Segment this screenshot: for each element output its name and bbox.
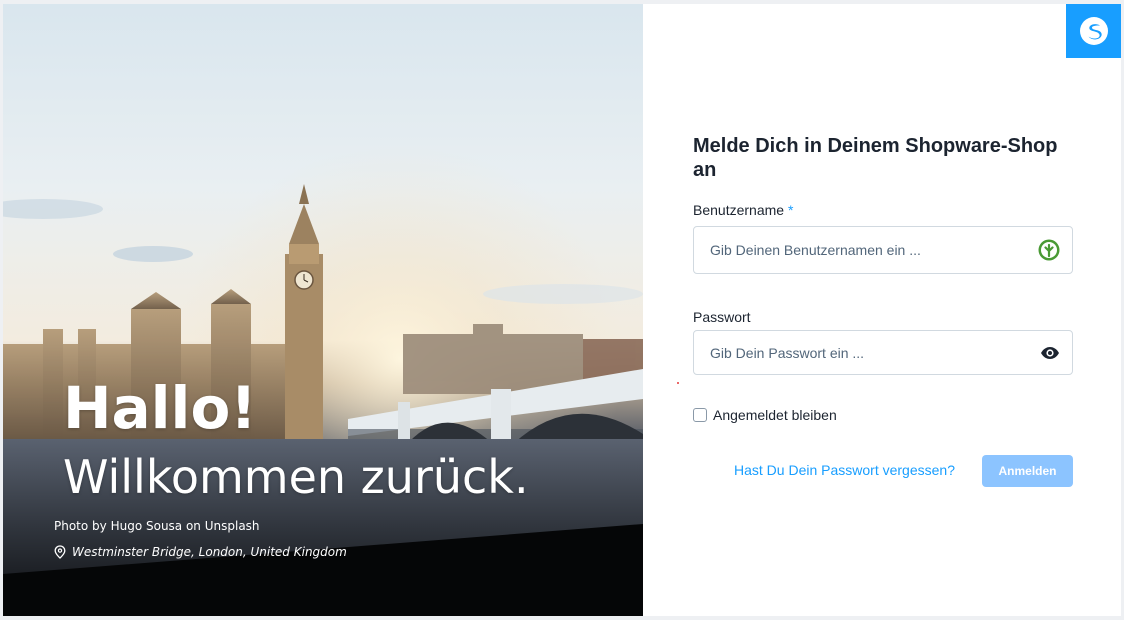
forgot-password-link[interactable]: Hast Du Dein Passwort vergessen? xyxy=(734,462,955,478)
remember-me-label: Angemeldet bleiben xyxy=(713,407,837,423)
required-marker: * xyxy=(787,202,794,218)
login-panel: Melde Dich in Deinem Shopware-Shop an Be… xyxy=(643,4,1121,616)
hero-headline: Hallo! xyxy=(63,374,257,442)
password-manager-icon[interactable] xyxy=(1038,239,1060,261)
password-input[interactable] xyxy=(694,331,1072,374)
map-pin-icon xyxy=(54,545,66,559)
username-label-text: Benutzername xyxy=(693,202,785,218)
password-label: Passwort xyxy=(693,309,751,325)
login-title: Melde Dich in Deinem Shopware-Shop an xyxy=(693,135,1058,181)
login-page: Hallo! Willkommen zurück. Photo by Hugo … xyxy=(3,4,1121,616)
login-button[interactable]: Anmelden xyxy=(982,455,1073,487)
shopware-logo-icon xyxy=(1066,4,1121,58)
decorative-dot xyxy=(677,382,679,384)
username-field-wrapper xyxy=(693,226,1073,274)
username-input[interactable] xyxy=(694,227,1072,273)
photo-credit: Photo by Hugo Sousa on Unsplash xyxy=(54,519,260,533)
photo-location: Westminster Bridge, London, United Kingd… xyxy=(54,544,347,560)
checkbox-box[interactable] xyxy=(693,408,707,422)
hero-subline: Willkommen zurück. xyxy=(63,450,529,504)
remember-me-checkbox[interactable]: Angemeldet bleiben xyxy=(693,407,837,423)
password-field-wrapper xyxy=(693,330,1073,375)
eye-icon[interactable] xyxy=(1040,346,1060,360)
photo-location-text: Westminster Bridge, London, United Kingd… xyxy=(72,545,347,559)
username-label: Benutzername * xyxy=(693,202,793,218)
hero-image: Hallo! Willkommen zurück. Photo by Hugo … xyxy=(3,4,643,616)
